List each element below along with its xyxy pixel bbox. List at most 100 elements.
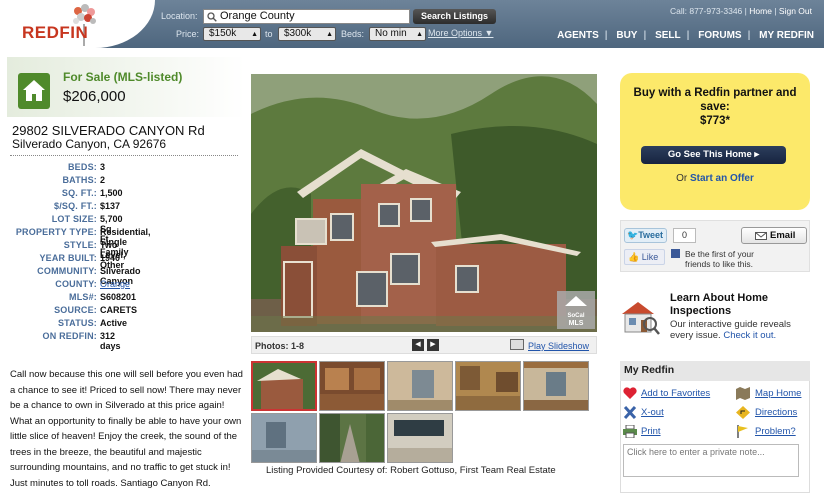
- facebook-like-button[interactable]: 👍 Like: [624, 249, 665, 265]
- my-redfin-title: My Redfin: [620, 361, 810, 381]
- play-slideshow-link[interactable]: Play Slideshow: [528, 341, 589, 351]
- fact-label: BEDS:: [67, 162, 97, 172]
- fact-value: $137: [100, 201, 121, 211]
- nav-agents[interactable]: AGENTS: [557, 30, 599, 41]
- link-separator: |: [774, 6, 777, 16]
- sign-out-link[interactable]: Sign Out: [779, 6, 812, 16]
- fact-label: COUNTY:: [55, 279, 97, 289]
- nav-separator: |: [686, 30, 690, 41]
- main-nav: AGENTS | BUY | SELL | FORUMS | MY REDFIN: [551, 30, 814, 41]
- fact-value: 3: [100, 162, 106, 172]
- listing-price: $206,000: [63, 88, 126, 105]
- tweet-count: 0: [673, 228, 696, 243]
- more-options-link[interactable]: More Options ▼: [428, 28, 493, 38]
- photo-thumbnail-6[interactable]: [251, 413, 317, 463]
- link-separator: |: [744, 6, 747, 16]
- directions-icon: [736, 406, 750, 419]
- nav-separator: |: [643, 30, 647, 41]
- search-listings-button[interactable]: Search Listings: [413, 9, 496, 24]
- envelope-icon: [755, 232, 767, 240]
- home-inspection-icon[interactable]: [620, 298, 660, 336]
- price-to-label: to: [265, 29, 273, 39]
- fact-label: MLS#:: [69, 292, 97, 302]
- fact-label: SOURCE:: [54, 305, 97, 315]
- svg-text:MLS: MLS: [569, 320, 584, 327]
- photo-thumbnail-2[interactable]: [319, 361, 385, 411]
- address-city: Silverado Canyon, CA 92676: [12, 137, 167, 151]
- divider: [10, 155, 238, 156]
- nav-sell[interactable]: SELL: [655, 30, 681, 41]
- photo-thumbnail-8[interactable]: [387, 413, 453, 463]
- photo-thumbnail-3[interactable]: [387, 361, 453, 411]
- top-links: Call: 877-973-3346 | Home | Sign Out: [670, 6, 812, 16]
- fact-value: S608201: [100, 292, 137, 302]
- photo-thumbnail-1[interactable]: [251, 361, 317, 411]
- map-icon: [736, 387, 750, 400]
- nav-my-redfin[interactable]: MY REDFIN: [759, 30, 814, 41]
- beds-select[interactable]: No min ▲: [369, 27, 426, 41]
- main-listing-photo[interactable]: SoCal MLS: [251, 74, 597, 332]
- price-min-select[interactable]: $150k ▲: [203, 27, 261, 41]
- x-out-link[interactable]: X-out: [641, 407, 664, 418]
- report-problem-link[interactable]: Problem?: [755, 426, 796, 437]
- location-label: Location:: [161, 11, 198, 21]
- go-see-home-button[interactable]: Go See This Home ▸: [641, 146, 786, 164]
- check-it-out-link[interactable]: Check it out.: [723, 330, 776, 341]
- phone-text: Call: 877-973-3346: [669, 6, 743, 16]
- previous-photo-button[interactable]: ◀: [412, 339, 424, 351]
- select-arrow-icon: ▲: [251, 31, 258, 38]
- slideshow-icon: [510, 339, 524, 350]
- photo-thumbnail-5[interactable]: [523, 361, 589, 411]
- search-icon: [207, 12, 217, 22]
- email-label: Email: [770, 230, 796, 241]
- twitter-icon: 🐦: [627, 230, 639, 240]
- sale-status: For Sale (MLS-listed): [63, 70, 183, 84]
- printer-icon: [623, 425, 637, 438]
- x-out-icon: [623, 406, 637, 419]
- fact-value: 2: [100, 175, 106, 185]
- listing-courtesy: Listing Provided Courtesy of: Robert Got…: [266, 465, 556, 476]
- promo-savings: $773*: [699, 115, 731, 127]
- county-link[interactable]: Orange: [100, 279, 130, 289]
- private-note-input[interactable]: Click here to enter a private note...: [623, 444, 799, 477]
- logo-area[interactable]: REDFIN: [0, 0, 155, 48]
- promo-title: Buy with a Redfin partner and save: $773…: [620, 86, 810, 128]
- nav-forums[interactable]: FORUMS: [698, 30, 741, 41]
- fact-value: 1,500: [100, 188, 123, 198]
- arrow-right-icon: ▸: [754, 149, 760, 160]
- email-button[interactable]: Email: [741, 227, 807, 244]
- inspections-title[interactable]: Learn About Home Inspections: [670, 292, 780, 318]
- print-link[interactable]: Print: [641, 426, 661, 437]
- tweet-button[interactable]: 🐦Tweet: [624, 228, 667, 243]
- fact-label: COMMUNITY:: [37, 266, 97, 276]
- more-options-label: More Options: [428, 28, 483, 38]
- inspections-body: Our interactive guide reveals every issu…: [670, 319, 810, 341]
- start-offer-link[interactable]: Start an Offer: [690, 173, 754, 184]
- beds-value: No min: [375, 28, 407, 39]
- add-to-favorites-link[interactable]: Add to Favorites: [641, 388, 710, 399]
- site-header: REDFIN Location: Orange County Search Li…: [0, 0, 824, 48]
- fact-label: STATUS:: [57, 318, 97, 328]
- chevron-down-icon: ▼: [484, 28, 494, 38]
- directions-link[interactable]: Directions: [755, 407, 797, 418]
- tweet-label: Tweet: [638, 230, 664, 240]
- home-link[interactable]: Home: [749, 6, 772, 16]
- price-min-value: $150k: [209, 28, 237, 39]
- price-max-value: $300k: [284, 28, 312, 39]
- next-photo-button[interactable]: ▶: [427, 339, 439, 351]
- redfin-logo[interactable]: REDFIN: [22, 23, 88, 43]
- heart-icon: [623, 387, 637, 399]
- location-input[interactable]: Orange County: [203, 9, 410, 24]
- select-arrow-icon: ▲: [326, 31, 333, 38]
- fact-label: YEAR BUILT:: [39, 253, 97, 263]
- nav-buy[interactable]: BUY: [616, 30, 637, 41]
- flag-icon: [737, 425, 748, 438]
- fact-label: PROPERTY TYPE:: [15, 227, 97, 237]
- map-home-link[interactable]: Map Home: [755, 388, 801, 399]
- photo-thumbnail-7[interactable]: [319, 413, 385, 463]
- price-max-select[interactable]: $300k ▲: [278, 27, 336, 41]
- photo-thumbnail-4[interactable]: [455, 361, 521, 411]
- address-street: 29802 SILVERADO CANYON Rd: [12, 123, 205, 138]
- beds-label: Beds:: [341, 29, 365, 39]
- svg-text:SoCal: SoCal: [567, 313, 584, 319]
